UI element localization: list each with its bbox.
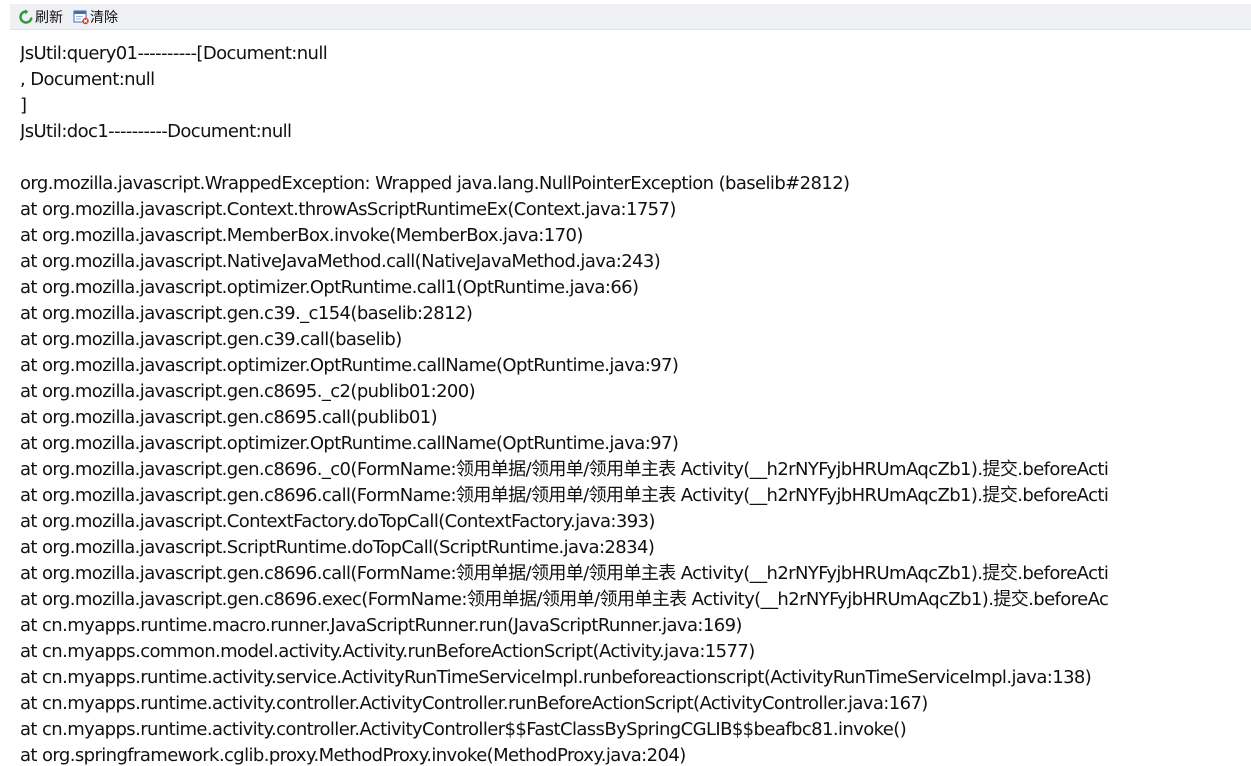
log-line: ] bbox=[20, 95, 27, 116]
log-output: JsUtil:query01----------[Document:null ,… bbox=[20, 41, 1251, 766]
log-line: JsUtil:doc1----------Document:null bbox=[20, 121, 292, 142]
toolbar: 刷新 清除 bbox=[10, 4, 1251, 30]
refresh-label: 刷新 bbox=[35, 9, 63, 26]
refresh-icon bbox=[18, 9, 34, 25]
log-line: at cn.myapps.common.model.activity.Activ… bbox=[20, 641, 755, 662]
log-line: at org.mozilla.javascript.gen.c8696.call… bbox=[20, 485, 1109, 506]
log-line: at org.springframework.cglib.proxy.Metho… bbox=[20, 745, 686, 766]
log-line: at org.mozilla.javascript.gen.c8695.call… bbox=[20, 407, 438, 428]
log-line: org.mozilla.javascript.WrappedException:… bbox=[20, 173, 850, 194]
log-line: at org.mozilla.javascript.ContextFactory… bbox=[20, 511, 655, 532]
log-line: at org.mozilla.javascript.optimizer.OptR… bbox=[20, 355, 679, 376]
log-line: at org.mozilla.javascript.optimizer.OptR… bbox=[20, 433, 679, 454]
log-line: , Document:null bbox=[20, 69, 155, 90]
log-line: at org.mozilla.javascript.gen.c8696.exec… bbox=[20, 589, 1109, 610]
log-line-blank bbox=[20, 145, 1251, 171]
log-line: at org.mozilla.javascript.optimizer.OptR… bbox=[20, 277, 639, 298]
log-line: at org.mozilla.javascript.Context.throwA… bbox=[20, 199, 676, 220]
log-line: at cn.myapps.runtime.activity.controller… bbox=[20, 693, 928, 714]
log-line: at org.mozilla.javascript.gen.c8695._c2(… bbox=[20, 381, 476, 402]
log-line: at org.mozilla.javascript.gen.c8696._c0(… bbox=[20, 459, 1109, 480]
log-line: at org.mozilla.javascript.ScriptRuntime.… bbox=[20, 537, 655, 558]
log-line: at org.mozilla.javascript.NativeJavaMeth… bbox=[20, 251, 661, 272]
clear-label: 清除 bbox=[90, 9, 118, 26]
log-line: at org.mozilla.javascript.gen.c8696.call… bbox=[20, 563, 1109, 584]
log-line: at org.mozilla.javascript.MemberBox.invo… bbox=[20, 225, 583, 246]
log-line: at org.mozilla.javascript.gen.c39._c154(… bbox=[20, 303, 473, 324]
clear-icon bbox=[73, 9, 89, 25]
refresh-button[interactable]: 刷新 bbox=[16, 6, 65, 28]
clear-button[interactable]: 清除 bbox=[71, 6, 120, 28]
log-line: at cn.myapps.runtime.activity.controller… bbox=[20, 719, 907, 740]
log-line: at cn.myapps.runtime.macro.runner.JavaSc… bbox=[20, 615, 742, 636]
log-line: at org.mozilla.javascript.gen.c39.call(b… bbox=[20, 329, 402, 350]
log-line: at cn.myapps.runtime.activity.service.Ac… bbox=[20, 667, 1092, 688]
log-line: JsUtil:query01----------[Document:null bbox=[20, 43, 328, 64]
